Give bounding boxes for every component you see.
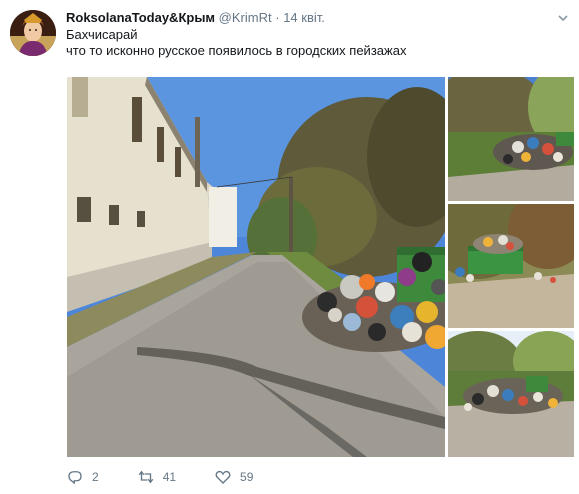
photo-middle-right[interactable] — [448, 204, 574, 328]
tweet-header: RoksolanaToday&Крым @KrimRt · 14 квіт. — [66, 10, 325, 26]
reply-button[interactable]: 2 — [66, 468, 99, 486]
like-count: 59 — [240, 470, 254, 484]
reply-icon — [68, 471, 82, 485]
tweet-card: RoksolanaToday&Крым @KrimRt · 14 квіт. Б… — [0, 0, 579, 494]
tweet-text-line-1: Бахчисарай — [66, 27, 138, 42]
reply-count: 2 — [92, 470, 99, 484]
chevron-down-icon[interactable] — [557, 12, 569, 24]
retweet-button[interactable]: 41 — [137, 468, 176, 486]
tweet-actions: 2 41 59 — [66, 468, 291, 486]
retweet-icon — [138, 470, 153, 484]
tweet-text: Бахчисарай что то исконно русское появил… — [66, 27, 406, 59]
heart-icon — [215, 470, 231, 484]
photo-top-right[interactable] — [448, 77, 574, 201]
timestamp[interactable]: 14 квіт. — [283, 10, 325, 25]
photo-bottom-right[interactable] — [448, 331, 574, 457]
avatar[interactable] — [10, 10, 56, 56]
separator: · — [275, 10, 280, 25]
main-photo[interactable] — [67, 77, 445, 457]
author-handle[interactable]: @KrimRt — [219, 10, 272, 25]
avatar-image — [10, 10, 56, 56]
author-name[interactable]: RoksolanaToday&Крым — [66, 10, 215, 25]
tweet-text-line-2: что то исконно русское появилось в город… — [66, 43, 407, 58]
like-button[interactable]: 59 — [214, 468, 253, 486]
retweet-count: 41 — [162, 470, 177, 484]
